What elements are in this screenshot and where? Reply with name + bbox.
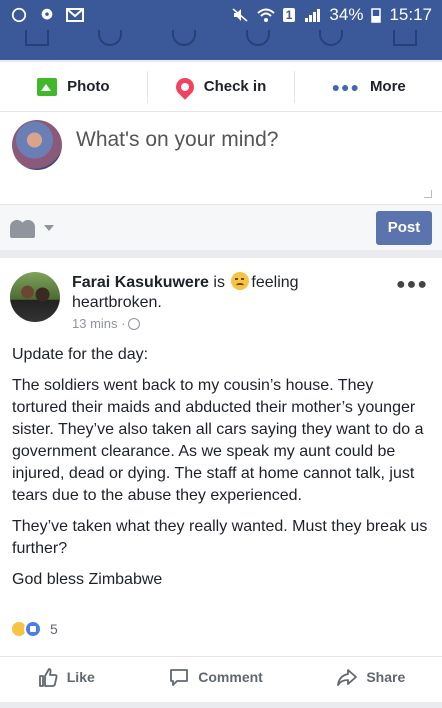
composer-footer: Post [0, 204, 442, 250]
top-navigation-bar [0, 30, 442, 60]
news-feed-tab-icon[interactable] [24, 30, 49, 46]
photo-icon [37, 77, 58, 96]
clock: 15:17 [389, 5, 432, 24]
post-paragraph: They’ve taken what they really wanted. M… [12, 518, 428, 557]
audience-selector-icon[interactable] [10, 218, 40, 238]
post-action-bar: Like Comment Share [0, 656, 442, 696]
post-paragraph: The soldiers went back to my cousin’s ho… [12, 377, 424, 504]
battery-percentage: 34% [329, 5, 364, 24]
post-paragraph: Update for the day: [12, 346, 149, 363]
menu-tab-icon[interactable] [393, 30, 418, 46]
feeling-label: feeling [251, 274, 299, 291]
feeling-value: heartbroken. [72, 294, 162, 311]
post-timestamp[interactable]: 13 mins · [72, 316, 125, 331]
comment-bubble-icon [170, 668, 189, 686]
user-avatar [12, 120, 62, 170]
comment-button[interactable]: Comment [168, 666, 263, 688]
mute-icon [232, 8, 248, 22]
messenger-tab-icon[interactable] [172, 30, 197, 46]
signal-icon [305, 9, 321, 22]
comment-label: Comment [198, 668, 263, 685]
more-dots-icon: ●●● [331, 78, 360, 95]
caret-down-icon[interactable] [44, 224, 54, 231]
battery-icon [371, 8, 382, 23]
sad-face-icon [231, 272, 250, 290]
status-bar: 1 34% 15:17 [0, 0, 442, 30]
notifications-tab-icon[interactable] [245, 30, 270, 46]
like-reaction-icon [24, 620, 42, 638]
reactions-summary[interactable]: 5 [10, 620, 58, 638]
composer-body: What's on your mind? [0, 112, 442, 204]
author-avatar[interactable] [10, 272, 60, 322]
status-input[interactable]: What's on your mind? [76, 128, 278, 152]
composer-actions: Photo Check in ●●● More [0, 62, 442, 112]
check-in-button[interactable]: Check in [146, 70, 295, 103]
resize-handle-icon[interactable] [424, 190, 432, 198]
check-in-label: Check in [203, 78, 267, 95]
gmail-icon [66, 8, 84, 22]
share-arrow-icon [337, 668, 358, 686]
wifi-icon [257, 8, 275, 22]
more-button[interactable]: ●●● More [294, 70, 442, 103]
chat-bubble-icon [41, 8, 53, 20]
photo-button[interactable]: Photo [0, 77, 147, 96]
thumbs-up-icon [38, 667, 58, 687]
photo-label: Photo [67, 78, 110, 95]
globe-icon [128, 317, 141, 330]
is-word: is [213, 274, 225, 291]
location-pin-icon [172, 73, 198, 100]
more-label: More [369, 78, 406, 95]
post-paragraph: God bless Zimbabwe [12, 571, 163, 588]
post-composer: Photo Check in ●●● More What's on your m… [0, 62, 442, 250]
whatsapp-icon [11, 7, 27, 23]
share-label: Share [366, 668, 406, 685]
post-button[interactable]: Post [376, 210, 432, 245]
sim-slot-badge: 1 [282, 8, 296, 22]
reaction-count: 5 [50, 621, 58, 637]
post-meta: 13 mins · [72, 316, 141, 331]
like-label: Like [66, 668, 95, 685]
post-options-icon[interactable]: ●●● [396, 276, 428, 294]
post-header: Farai Kasukuwere is feeling heartbroken. [72, 272, 372, 313]
search-tab-icon[interactable] [319, 30, 344, 46]
post-body: Update for the day: The soldiers went ba… [12, 344, 432, 600]
friends-tab-icon[interactable] [98, 30, 123, 46]
author-name[interactable]: Farai Kasukuwere [72, 274, 209, 291]
share-button[interactable]: Share [336, 666, 405, 688]
feed-post: Farai Kasukuwere is feeling heartbroken.… [0, 258, 442, 702]
like-button[interactable]: Like [37, 666, 95, 688]
